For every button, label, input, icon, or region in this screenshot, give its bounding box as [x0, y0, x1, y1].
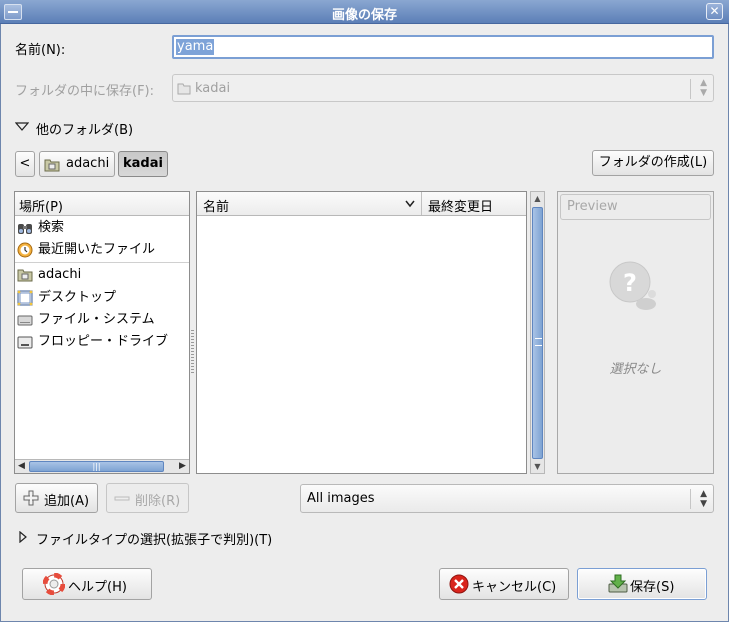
column-modified-header[interactable]: 最終変更日: [423, 192, 527, 215]
path-label-adachi: adachi: [66, 156, 110, 171]
expander-closed-icon: [19, 531, 27, 543]
column-modified-label: 最終変更日: [428, 200, 494, 215]
preview-empty-text: 選択なし: [609, 362, 662, 377]
title-bar: 画像の保存 ✕: [0, 0, 729, 24]
save-label: 保存(S): [630, 580, 675, 595]
folder-icon: [177, 83, 191, 95]
name-input-value: yama: [176, 39, 215, 55]
save-in-folder-combo: kadai ▲ ▼: [172, 74, 714, 102]
sort-desc-icon: [405, 200, 415, 208]
place-home[interactable]: adachi: [17, 264, 81, 286]
place-label: フロッピー・ドライブ: [38, 334, 169, 349]
places-panel: 場所(P) 検索 最近開いたファイル adachi デスクトップ ファイル・シス…: [14, 191, 190, 474]
place-label: 検索: [38, 220, 65, 235]
scroll-left-icon[interactable]: ◀: [15, 460, 28, 473]
desktop-icon: [17, 290, 33, 305]
harddisk-icon: [17, 315, 33, 325]
filetype-label: ファイルタイプの選択(拡張子で判別)(T): [36, 533, 273, 548]
home-folder-icon: [17, 269, 33, 281]
expander-open-icon: [15, 122, 29, 131]
places-header[interactable]: 場所(P): [15, 192, 189, 216]
place-filesystem[interactable]: ファイル・システム: [17, 309, 155, 331]
path-button-adachi[interactable]: adachi: [39, 151, 115, 177]
minus-icon: [114, 496, 130, 501]
help-button[interactable]: ヘルプ(H): [22, 568, 152, 600]
pane-splitter[interactable]: [191, 330, 194, 375]
cancel-button[interactable]: キャンセル(C): [439, 568, 569, 600]
files-header: 名前 最終変更日: [197, 192, 526, 216]
scroll-down-icon[interactable]: ▼: [531, 460, 544, 473]
recent-clock-icon: [17, 242, 33, 257]
place-search[interactable]: 検索: [17, 217, 64, 239]
column-name-header[interactable]: 名前: [197, 192, 422, 215]
cancel-label: キャンセル(C): [472, 580, 557, 595]
help-lifebuoy-icon: [43, 573, 65, 595]
name-label: 名前(N):: [15, 43, 66, 58]
plus-icon: [23, 490, 39, 506]
combo-arrows-icon: ▲ ▼: [700, 489, 707, 509]
file-filter-combo[interactable]: All images ▲ ▼: [300, 484, 714, 513]
files-vscroll-thumb[interactable]: [532, 207, 543, 459]
places-hscroll-thumb[interactable]: |||: [29, 461, 164, 472]
files-vscrollbar[interactable]: ▲ ▼: [530, 191, 545, 474]
preview-panel: Preview ? 選択なし: [557, 191, 714, 474]
scroll-up-icon[interactable]: ▲: [531, 192, 544, 205]
window-title: 画像の保存: [331, 8, 397, 23]
save-download-icon: [608, 574, 628, 593]
path-button-kadai[interactable]: kadai: [118, 151, 168, 177]
place-label: デスクトップ: [38, 290, 117, 305]
add-bookmark-button[interactable]: 追加(A): [15, 483, 98, 513]
preview-button: Preview: [560, 194, 711, 220]
places-header-label: 場所(P): [19, 200, 63, 215]
place-recent[interactable]: 最近開いたファイル: [17, 239, 155, 261]
column-name-label: 名前: [203, 200, 230, 215]
path-back-button[interactable]: <: [15, 151, 35, 177]
name-input[interactable]: yama: [172, 35, 714, 59]
other-folders-label: 他のフォルダ(B): [36, 123, 134, 138]
places-hscrollbar[interactable]: ◀ ||| ▶: [15, 459, 189, 473]
place-label: ファイル・システム: [38, 312, 155, 327]
place-floppy[interactable]: フロッピー・ドライブ: [17, 331, 168, 353]
home-folder-icon: [44, 159, 60, 172]
help-label: ヘルプ(H): [68, 580, 127, 595]
save-in-folder-value: kadai: [195, 81, 231, 96]
place-label: 最近開いたファイル: [38, 242, 156, 257]
place-label: adachi: [38, 267, 82, 282]
save-in-folder-label: フォルダの中に保存(F):: [15, 84, 155, 99]
close-icon[interactable]: ✕: [706, 3, 723, 20]
place-desktop[interactable]: デスクトップ: [17, 287, 116, 309]
add-label: 追加(A): [44, 494, 90, 509]
files-panel: 名前 最終変更日: [196, 191, 527, 474]
create-folder-button[interactable]: フォルダの作成(L): [592, 150, 714, 176]
scroll-right-icon[interactable]: ▶: [176, 460, 189, 473]
combo-arrows-icon: ▲ ▼: [700, 78, 707, 98]
floppy-drive-icon: [17, 336, 33, 348]
remove-bookmark-button: 削除(R): [106, 483, 189, 513]
file-filter-value: All images: [307, 491, 375, 506]
save-button[interactable]: 保存(S): [577, 568, 707, 600]
no-preview-wilber-icon: ?: [609, 261, 656, 310]
svg-text:?: ?: [623, 269, 637, 297]
binoculars-icon: [18, 223, 32, 234]
cancel-icon: [449, 574, 469, 594]
remove-label: 削除(R): [135, 494, 181, 509]
